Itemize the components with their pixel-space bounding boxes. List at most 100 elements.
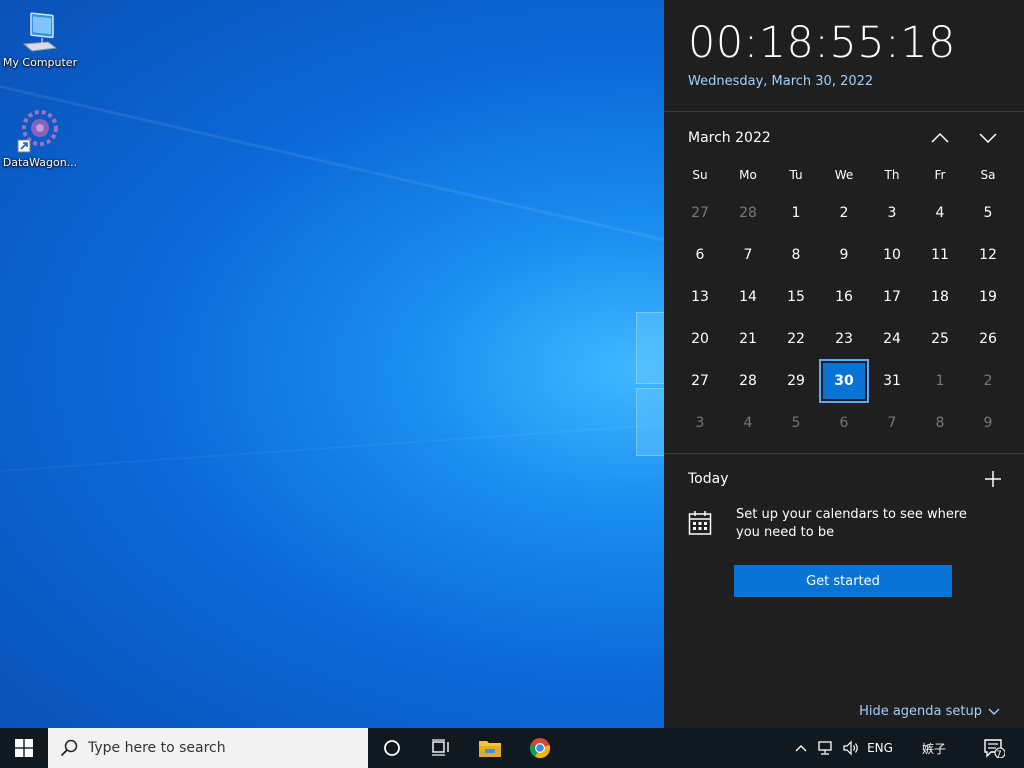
calendar-day[interactable]: 28 <box>724 192 772 234</box>
calendar-day[interactable]: 3 <box>676 402 724 444</box>
weekday-label: Tu <box>789 168 803 182</box>
divider <box>664 111 1024 112</box>
chevron-down-icon <box>988 708 1000 715</box>
calendar-week: 6 7 8 9 10 11 12 <box>676 234 1012 276</box>
calendar-day[interactable]: 11 <box>916 234 964 276</box>
get-started-button[interactable]: Get started <box>734 565 952 597</box>
calendar-day[interactable]: 18 <box>916 276 964 318</box>
calendar-day[interactable]: 14 <box>724 276 772 318</box>
previous-month-button[interactable] <box>928 126 952 150</box>
file-explorer-button[interactable] <box>470 728 510 768</box>
network-button[interactable] <box>814 728 838 768</box>
weekday-label: Su <box>692 168 708 182</box>
calendar-day[interactable]: 17 <box>868 276 916 318</box>
computer-icon <box>22 12 58 52</box>
calendar-day[interactable]: 13 <box>676 276 724 318</box>
calendar-week: 13 14 15 16 17 18 19 <box>676 276 1012 318</box>
calendar-grid: Su Mo Tu We Th Fr Sa 27 28 1 2 3 4 5 6 7… <box>676 168 1012 444</box>
clock-time: 00:18:55:18 <box>688 18 956 68</box>
calendar-day[interactable]: 24 <box>868 318 916 360</box>
weekday-label: Fr <box>934 168 946 182</box>
search-placeholder: Type here to search <box>88 740 226 756</box>
volume-icon <box>843 740 858 756</box>
show-hidden-icons-button[interactable] <box>792 728 810 768</box>
network-icon <box>818 741 832 755</box>
taskbar: Type here to search ENG 嫉子 7 <box>0 728 1024 768</box>
action-center-button[interactable]: 7 <box>974 728 1014 768</box>
calendar-day[interactable]: 3 <box>868 192 916 234</box>
desktop-icon-datawagon[interactable]: DataWagon... <box>0 106 80 169</box>
add-event-button[interactable] <box>982 468 1004 490</box>
taskbar-search-box[interactable]: Type here to search <box>48 728 368 768</box>
agenda-setup-text: Set up your calendars to see where you n… <box>736 507 967 540</box>
calendar-day[interactable]: 23 <box>820 318 868 360</box>
calendar-week: 27 28 1 2 3 4 5 <box>676 192 1012 234</box>
calendar-day[interactable]: 8 <box>772 234 820 276</box>
calendar-day[interactable]: 4 <box>724 402 772 444</box>
start-button[interactable] <box>0 728 48 768</box>
volume-button[interactable] <box>840 728 862 768</box>
plus-icon <box>985 471 1001 487</box>
calendar-day[interactable]: 2 <box>820 192 868 234</box>
weekday-label: Mo <box>739 168 757 182</box>
search-icon <box>60 739 78 757</box>
calendar-week: 20 21 22 23 24 25 26 <box>676 318 1012 360</box>
clock-date[interactable]: Wednesday, March 30, 2022 <box>688 74 873 89</box>
cortana-circle-icon <box>384 740 400 756</box>
chrome-button[interactable] <box>520 728 560 768</box>
input-language-indicator[interactable]: ENG <box>864 728 896 768</box>
calendar-day[interactable]: 12 <box>964 234 1012 276</box>
chevron-up-icon <box>795 745 807 752</box>
task-view-button[interactable] <box>420 728 460 768</box>
windows-logo-icon <box>15 739 33 757</box>
desktop-icon-label: My Computer <box>2 56 78 69</box>
folder-icon <box>479 741 501 757</box>
calendar-day[interactable]: 22 <box>772 318 820 360</box>
calendar-day[interactable]: 8 <box>916 402 964 444</box>
calendar-day[interactable]: 1 <box>772 192 820 234</box>
calendar-day[interactable]: 19 <box>964 276 1012 318</box>
task-view-icon <box>432 739 449 756</box>
desktop-icon-label: DataWagon... <box>2 156 78 169</box>
wallpaper-beam <box>0 85 761 264</box>
calendar-day[interactable]: 15 <box>772 276 820 318</box>
calendar-day[interactable]: 28 <box>724 360 772 402</box>
calendar-day[interactable]: 4 <box>916 192 964 234</box>
weekday-label: We <box>834 168 854 182</box>
calendar-day[interactable]: 27 <box>676 360 724 402</box>
notification-count-badge: 7 <box>996 750 1002 760</box>
datawagon-icon <box>17 110 58 153</box>
calendar-day[interactable]: 5 <box>964 192 1012 234</box>
calendar-day[interactable]: 6 <box>676 234 724 276</box>
wallpaper-beam <box>0 421 699 472</box>
hide-agenda-setup-link[interactable]: Hide agenda setup <box>859 704 1000 719</box>
calendar-day[interactable]: 31 <box>868 360 916 402</box>
next-month-button[interactable] <box>976 126 1000 150</box>
chevron-up-icon <box>931 132 949 143</box>
calendar-day[interactable]: 7 <box>724 234 772 276</box>
agenda-title: Today <box>688 471 729 487</box>
cortana-button[interactable] <box>372 728 412 768</box>
calendar-day[interactable]: 2 <box>964 360 1012 402</box>
calendar-day[interactable]: 20 <box>676 318 724 360</box>
calendar-day[interactable]: 9 <box>964 402 1012 444</box>
calendar-week: 3 4 5 6 7 8 9 <box>676 402 1012 444</box>
calendar-day[interactable]: 25 <box>916 318 964 360</box>
chevron-down-icon <box>979 133 997 144</box>
calendar-day[interactable]: 10 <box>868 234 916 276</box>
calendar-day-today[interactable]: 30 <box>819 359 869 403</box>
calendar-day[interactable]: 7 <box>868 402 916 444</box>
calendar-day[interactable]: 6 <box>820 402 868 444</box>
calendar-day[interactable]: 16 <box>820 276 868 318</box>
calendar-day[interactable]: 27 <box>676 192 724 234</box>
calendar-day[interactable]: 29 <box>772 360 820 402</box>
hide-agenda-label: Hide agenda setup <box>859 704 982 719</box>
calendar-day[interactable]: 9 <box>820 234 868 276</box>
calendar-day[interactable]: 1 <box>916 360 964 402</box>
calendar-month-label[interactable]: March 2022 <box>688 130 771 146</box>
calendar-day[interactable]: 5 <box>772 402 820 444</box>
ime-mode-indicator[interactable]: 嫉子 <box>914 728 954 768</box>
calendar-day[interactable]: 26 <box>964 318 1012 360</box>
calendar-day[interactable]: 21 <box>724 318 772 360</box>
desktop-icon-my-computer[interactable]: My Computer <box>0 8 80 69</box>
